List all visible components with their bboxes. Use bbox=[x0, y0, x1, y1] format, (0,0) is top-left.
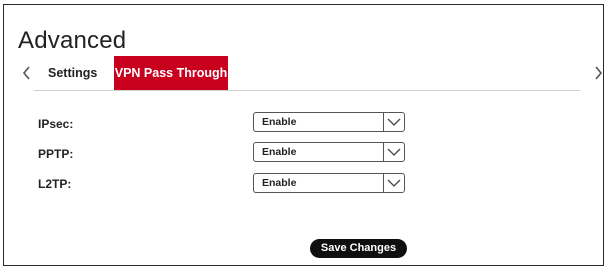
chevron-down-icon bbox=[387, 179, 401, 187]
chevron-right-icon[interactable] bbox=[591, 63, 605, 83]
select-divider bbox=[383, 174, 384, 192]
select-divider bbox=[383, 113, 384, 131]
pptp-select-value: Enable bbox=[262, 146, 297, 158]
l2tp-label: L2TP: bbox=[38, 177, 72, 191]
chevron-down-icon bbox=[387, 148, 401, 156]
ipsec-label: IPsec: bbox=[38, 117, 74, 131]
tab-settings[interactable]: Settings bbox=[48, 56, 97, 90]
chevron-down-icon bbox=[387, 118, 401, 126]
pptp-label: PPTP: bbox=[38, 147, 74, 161]
save-changes-button[interactable]: Save Changes bbox=[310, 239, 407, 258]
ipsec-select-value: Enable bbox=[262, 116, 297, 128]
pptp-select[interactable]: Enable bbox=[253, 142, 405, 162]
ipsec-select[interactable]: Enable bbox=[253, 112, 405, 132]
tab-divider bbox=[34, 90, 580, 91]
chevron-left-icon[interactable] bbox=[20, 63, 34, 83]
l2tp-select[interactable]: Enable bbox=[253, 173, 405, 193]
select-divider bbox=[383, 143, 384, 161]
page-title: Advanced bbox=[18, 27, 127, 54]
advanced-panel: Advanced Settings VPN Pass Through IPsec… bbox=[3, 4, 604, 266]
l2tp-select-value: Enable bbox=[262, 177, 297, 189]
tab-vpn-pass-through[interactable]: VPN Pass Through bbox=[114, 56, 228, 90]
